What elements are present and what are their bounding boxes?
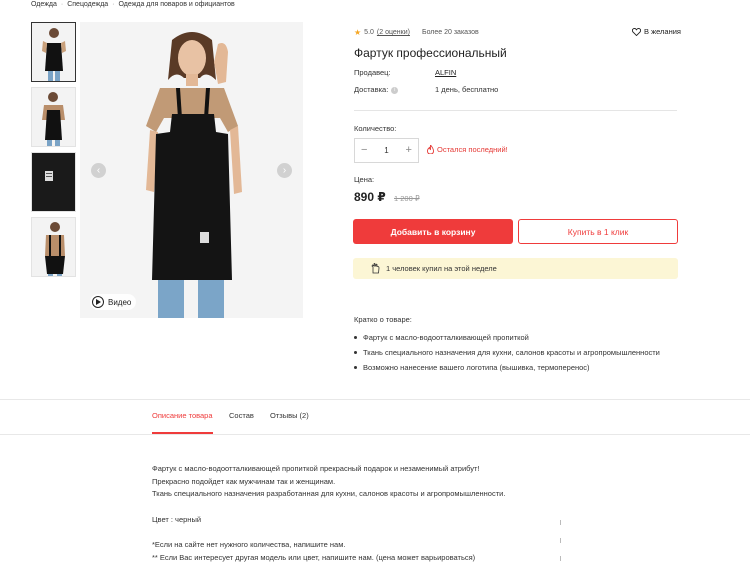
purchase-info-text: 1 человек купил на этой неделе xyxy=(386,264,497,273)
breadcrumb-separator: · xyxy=(112,1,115,8)
hand-icon xyxy=(371,263,380,274)
description-color: Цвет : черный xyxy=(152,514,202,524)
video-button[interactable]: Видео xyxy=(90,294,137,310)
delivery-label-row: Доставка: i xyxy=(354,85,399,94)
rating-row: ★ 5.0 (2 оценки) Более 20 заказов xyxy=(354,28,479,37)
heart-icon xyxy=(632,27,641,36)
description-line: Ткань специального назначения разработан… xyxy=(152,489,506,498)
divider xyxy=(354,110,677,111)
rating-value: 5.0 xyxy=(364,29,374,36)
wishlist-button[interactable]: В желания xyxy=(632,27,681,36)
bullet-icon xyxy=(354,351,357,354)
seller-label: Продавец: xyxy=(354,68,391,77)
quantity-label: Количество: xyxy=(354,124,397,133)
thumbnail-list xyxy=(31,22,76,282)
seller-link[interactable]: ALFIN xyxy=(435,68,456,77)
purchase-info-banner: 1 человек купил на этой неделе xyxy=(353,258,678,279)
breadcrumb-separator: · xyxy=(60,1,64,8)
summary-item-text: Фартук с масло-водоотталкивающей пропитк… xyxy=(363,333,529,342)
star-icon: ★ xyxy=(354,28,362,37)
breadcrumb-item[interactable]: Одежда xyxy=(31,1,57,8)
prev-photo-button[interactable]: ‹ xyxy=(91,163,106,178)
stock-warning: Остался последний! xyxy=(427,145,508,154)
flame-icon xyxy=(427,145,434,154)
tab-reviews[interactable]: Отзывы (2) xyxy=(270,411,309,420)
breadcrumb: Одежда · Спецодежда · Одежда для поваров… xyxy=(31,1,235,8)
product-title: Фартук профессиональный xyxy=(354,46,507,60)
summary-list: Фартук с масло-водоотталкивающей пропитк… xyxy=(354,330,660,375)
next-photo-button[interactable]: › xyxy=(277,163,292,178)
reviews-link[interactable]: (2 оценки) xyxy=(377,29,410,36)
buy-one-click-button[interactable]: Купить в 1 клик xyxy=(518,219,678,244)
description-body: Фартук с масло-водоотталкивающей пропитк… xyxy=(152,463,505,564)
summary-item-text: Возможно нанесение вашего логотипа (выши… xyxy=(363,363,590,372)
divider-tick xyxy=(560,556,561,561)
minus-button[interactable]: − xyxy=(361,145,367,156)
orders-count: Более 20 заказов xyxy=(421,29,479,36)
summary-item: Ткань специального назначения для кухни,… xyxy=(354,345,660,360)
tab-composition[interactable]: Состав xyxy=(229,411,254,420)
divider-tick xyxy=(560,538,561,543)
add-to-cart-button[interactable]: Добавить в корзину xyxy=(353,219,513,244)
summary-title: Кратко о товаре: xyxy=(354,315,412,324)
price-label: Цена: xyxy=(354,175,375,184)
thumbnail-1[interactable] xyxy=(31,22,76,82)
main-product-photo[interactable]: ‹ › Видео xyxy=(80,22,303,318)
thumbnail-2[interactable] xyxy=(31,87,76,147)
bullet-icon xyxy=(354,336,357,339)
old-price: 1 200 ₽ xyxy=(394,194,420,203)
delivery-value: 1 день, бесплатно xyxy=(435,85,499,94)
summary-item: Фартук с масло-водоотталкивающей пропитк… xyxy=(354,330,660,345)
thumbnail-3[interactable] xyxy=(31,152,76,212)
chevron-right-icon: › xyxy=(282,164,287,176)
description-line: Фартук с масло-водоотталкивающей пропитк… xyxy=(152,464,480,473)
chevron-left-icon: ‹ xyxy=(96,164,101,176)
bullet-icon xyxy=(354,366,357,369)
tabs-divider-top xyxy=(0,399,750,400)
breadcrumb-item[interactable]: Спецодежда xyxy=(67,1,108,8)
tab-description[interactable]: Описание товара xyxy=(152,411,213,420)
breadcrumb-item[interactable]: Одежда для поваров и официантов xyxy=(119,1,235,8)
thumbnail-4[interactable] xyxy=(31,217,76,277)
stock-warning-text: Остался последний! xyxy=(437,145,508,154)
wishlist-label: В желания xyxy=(644,27,681,36)
current-price: 890 ₽ xyxy=(354,190,386,204)
divider-tick xyxy=(560,520,561,525)
summary-item-text: Ткань специального назначения для кухни,… xyxy=(363,348,660,357)
description-note: ** Если Вас интересует другая модель или… xyxy=(152,552,476,562)
video-label: Видео xyxy=(108,297,132,307)
delivery-label: Доставка: xyxy=(354,85,389,94)
quantity-stepper: − 1 + xyxy=(354,138,419,163)
plus-button[interactable]: + xyxy=(406,145,412,156)
tabs-divider-bottom xyxy=(0,434,750,435)
play-icon xyxy=(92,296,104,308)
info-icon[interactable]: i xyxy=(391,86,399,94)
description-line: Прекрасно подойдет как мужчинам так и же… xyxy=(152,476,336,486)
description-note: *Если на сайте нет нужного количества, н… xyxy=(152,540,346,549)
quantity-value[interactable]: 1 xyxy=(384,146,388,155)
summary-item: Возможно нанесение вашего логотипа (выши… xyxy=(354,360,660,375)
